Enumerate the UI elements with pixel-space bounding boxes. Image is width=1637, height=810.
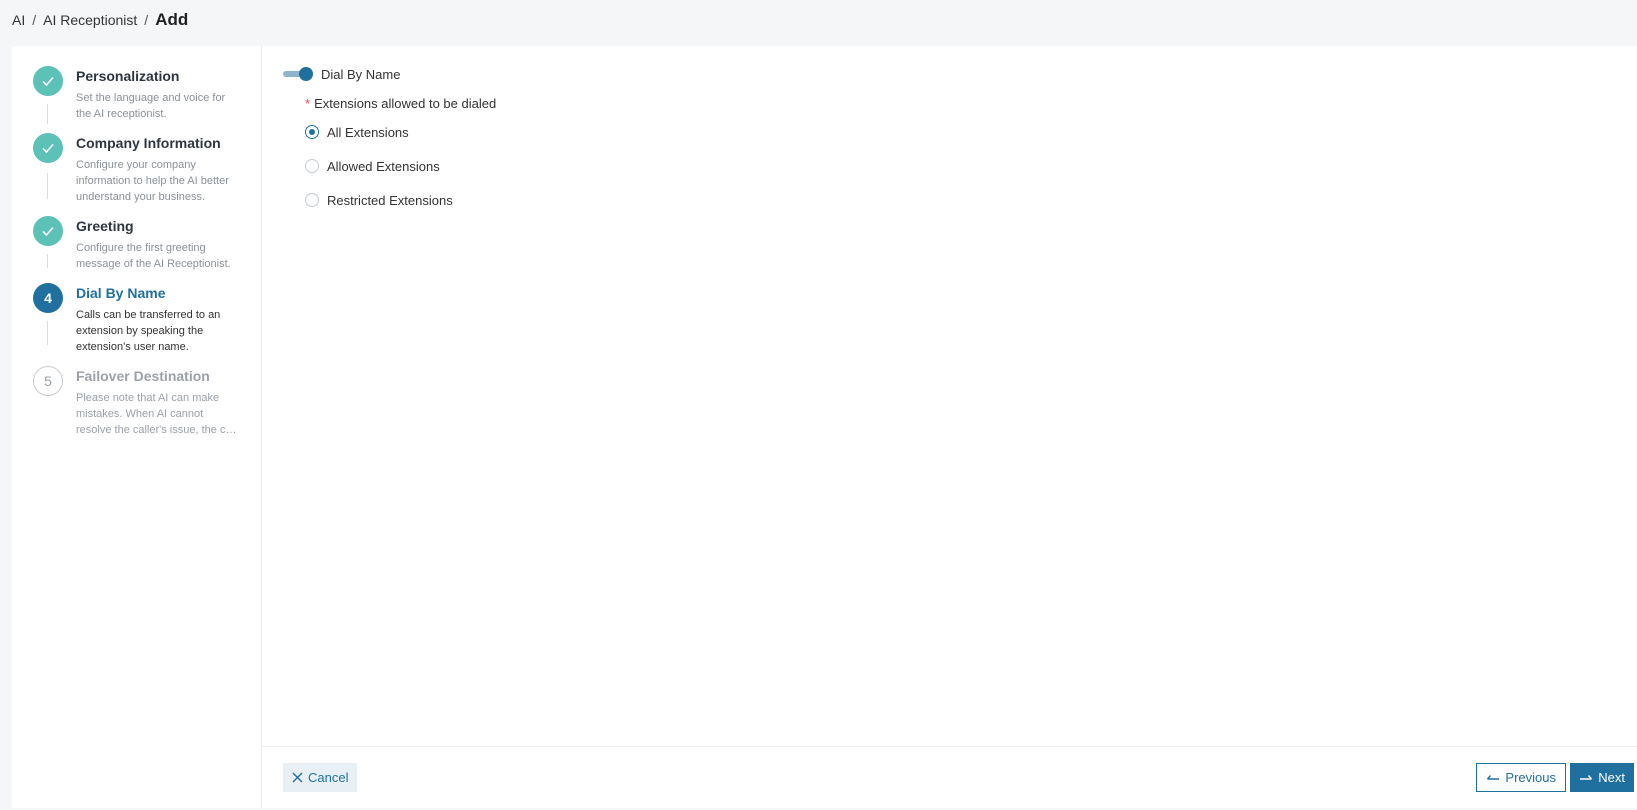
- toggle-label: Dial By Name: [321, 66, 401, 82]
- step-personalization[interactable]: Personalization Set the language and voi…: [12, 66, 261, 133]
- step-greeting[interactable]: Greeting Configure the first greeting me…: [12, 216, 261, 283]
- step-title: Greeting: [76, 218, 134, 234]
- breadcrumb-separator: /: [32, 12, 37, 28]
- wizard-card: Personalization Set the language and voi…: [12, 46, 1637, 808]
- step-done-node: [33, 216, 63, 246]
- cancel-label: Cancel: [308, 770, 349, 785]
- cancel-button[interactable]: Cancel: [283, 763, 358, 792]
- breadcrumb-ai[interactable]: AI: [12, 12, 25, 28]
- close-icon: [292, 772, 303, 783]
- step-pending-node: 5: [33, 366, 63, 396]
- breadcrumb-separator: /: [144, 12, 149, 28]
- radio-label: All Extensions: [327, 124, 409, 140]
- check-icon: [42, 76, 54, 87]
- arrow-left-icon: [1486, 774, 1500, 782]
- radio-all-extensions[interactable]: All Extensions: [305, 122, 453, 142]
- step-company-information[interactable]: Company Information Configure your compa…: [12, 133, 261, 216]
- required-mark: *: [305, 96, 311, 111]
- step-connector: [47, 321, 48, 345]
- step-done-node: [33, 66, 63, 96]
- radio-restricted-extensions[interactable]: Restricted Extensions: [305, 190, 453, 210]
- page-title: Add: [155, 10, 189, 29]
- check-icon: [42, 143, 54, 154]
- radio-label: Restricted Extensions: [327, 192, 453, 208]
- toggle-knob: [299, 67, 313, 81]
- step-connector: [47, 104, 48, 124]
- stepper: Personalization Set the language and voi…: [12, 46, 262, 808]
- field-label-text: Extensions allowed to be dialed: [314, 96, 497, 111]
- step-description: Configure your company information to he…: [76, 159, 229, 203]
- radio-label: Allowed Extensions: [327, 158, 440, 174]
- breadcrumb-ai-receptionist[interactable]: AI Receptionist: [43, 12, 137, 28]
- step-title: Failover Destination: [76, 368, 210, 384]
- step-done-node: [33, 133, 63, 163]
- step-dial-by-name[interactable]: 4 Dial By Name Calls can be transferred …: [12, 283, 261, 366]
- step-active-node: 4: [33, 283, 63, 313]
- radio-circle: [305, 159, 319, 173]
- step-title: Company Information: [76, 135, 221, 151]
- radio-circle: [305, 193, 319, 207]
- radio-circle: [305, 125, 319, 139]
- step-connector: [47, 254, 48, 268]
- step-description: Configure the first greeting message of …: [76, 242, 231, 270]
- radio-allowed-extensions[interactable]: Allowed Extensions: [305, 156, 453, 176]
- dial-by-name-toggle-row: Dial By Name: [283, 66, 400, 82]
- next-label: Next: [1598, 770, 1625, 785]
- step-description: Set the language and voice for the AI re…: [76, 92, 226, 120]
- step-title: Personalization: [76, 68, 180, 84]
- extensions-radio-group: All Extensions Allowed Extensions Restri…: [305, 122, 453, 224]
- step-content: Dial By Name * Extensions allowed to be d…: [262, 46, 1637, 808]
- extensions-field-label: * Extensions allowed to be dialed: [305, 96, 496, 111]
- wizard-footer: Cancel Previous Next: [262, 746, 1637, 808]
- step-failover-destination[interactable]: 5 Failover Destination Please note that …: [12, 366, 261, 449]
- check-icon: [42, 226, 54, 237]
- next-button[interactable]: Next: [1570, 763, 1634, 792]
- step-connector: [47, 173, 48, 199]
- dial-by-name-toggle[interactable]: [283, 66, 313, 82]
- step-description: Please note that AI can make mistakes. W…: [76, 392, 237, 436]
- previous-button[interactable]: Previous: [1476, 763, 1566, 792]
- previous-label: Previous: [1505, 770, 1556, 785]
- step-title: Dial By Name: [76, 285, 166, 301]
- step-description: Calls can be transferred to an extension…: [76, 309, 221, 353]
- arrow-right-icon: [1579, 774, 1593, 782]
- breadcrumb: AI / AI Receptionist / Add: [12, 8, 188, 32]
